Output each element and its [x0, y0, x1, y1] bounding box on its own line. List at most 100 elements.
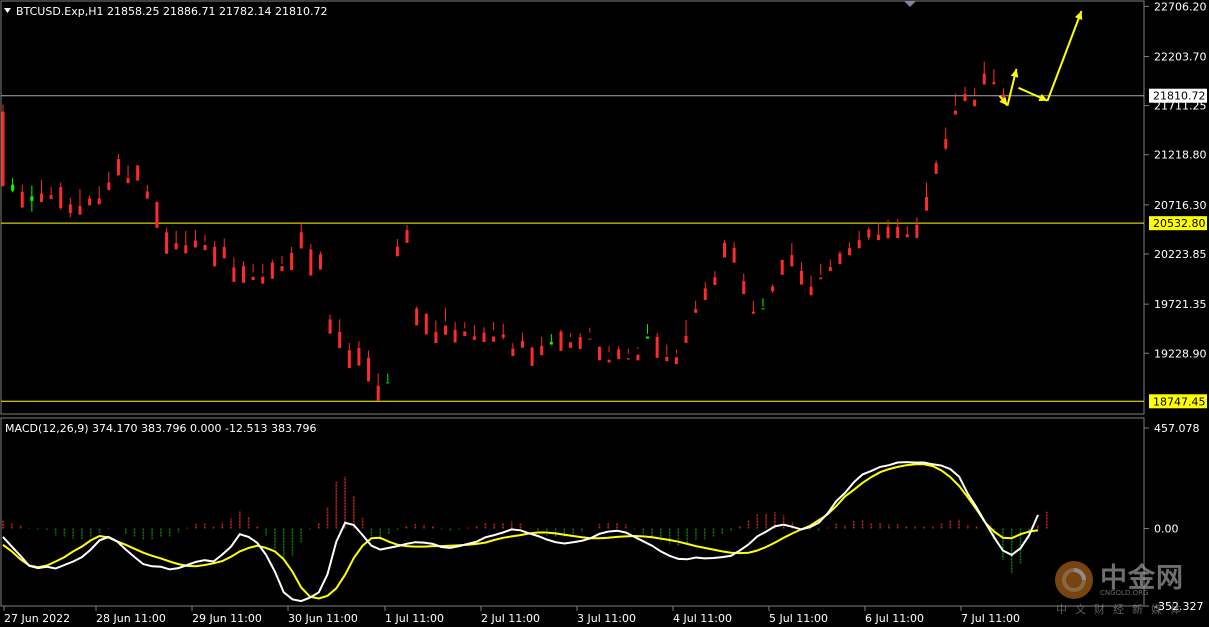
macd-panel-frame [0, 417, 1145, 607]
candle-body [905, 234, 909, 238]
candle-body [944, 139, 948, 149]
candle-body [665, 356, 669, 362]
candle-body [925, 196, 929, 211]
candle-body [338, 331, 342, 348]
price-tick-label: 21218.80 [1154, 149, 1207, 162]
cngold-watermark: 中金网 CNGOLD.ORG 中文财经新媒体 [1052, 556, 1202, 618]
macd-histogram [2, 476, 1048, 574]
price-tick-label: 20223.85 [1154, 248, 1207, 261]
candle-body [636, 354, 640, 361]
candle-body [270, 262, 274, 279]
candle-body [646, 336, 650, 339]
price-tick-label: 19228.90 [1154, 347, 1207, 360]
macd-main-line [2, 461, 1039, 603]
time-tick-label: 30 Jun 11:00 [288, 612, 358, 625]
candle-body [761, 308, 765, 310]
candle-body [751, 311, 755, 314]
candle-body [145, 191, 149, 199]
candle-body [819, 277, 823, 280]
candle-body [453, 330, 457, 343]
candle-body [559, 331, 563, 351]
candle-body [367, 357, 371, 382]
candle-body [11, 184, 15, 191]
candle-body [973, 99, 977, 107]
candle-body [896, 227, 900, 239]
candle-body [934, 163, 938, 174]
candle-body [328, 319, 332, 334]
candle-body [963, 93, 967, 101]
macd-signal-line [2, 463, 1039, 600]
candle-body [68, 204, 72, 213]
candle-body [318, 254, 322, 270]
candle-body [694, 309, 698, 313]
time-tick-label: 5 Jul 11:00 [769, 612, 828, 625]
price-panel-frame [0, 0, 1145, 415]
candle-body [492, 336, 496, 342]
candle-body [309, 249, 313, 276]
candle-body [376, 385, 380, 401]
candle-body [88, 198, 92, 206]
projection-arrows [998, 10, 1083, 107]
candle-body [848, 248, 852, 256]
candle-body [540, 345, 544, 356]
candle-body [732, 248, 736, 263]
price-tick-label: 19721.35 [1154, 298, 1207, 311]
candle-body [299, 232, 303, 249]
price-axis: 22706.2022203.7021711.2521218.8020716.30… [1144, 0, 1207, 360]
candle-body [520, 341, 524, 348]
time-tick-label: 28 Jun 11:00 [96, 612, 166, 625]
watermark-tagline: 中文财经新媒体 [1056, 603, 1189, 616]
time-tick-label: 2 Jul 11:00 [481, 612, 540, 625]
dropdown-triangle-icon[interactable] [4, 8, 11, 13]
candle-body [49, 195, 53, 199]
time-tick-label: 6 Jul 11:00 [865, 612, 924, 625]
candle-body [20, 191, 24, 208]
time-tick-label: 1 Jul 11:00 [385, 612, 444, 625]
candle-body [780, 259, 784, 275]
candle-body [472, 336, 476, 340]
macd-panel: MACD(12,26,9) 374.170 383.796 0.000 -12.… [0, 417, 1145, 607]
candle-body [569, 342, 573, 348]
candle-body [39, 193, 43, 203]
candle-body [434, 332, 438, 343]
price-panel: BTCUSD.Exp,H1 21858.25 21886.71 21782.14… [0, 0, 1145, 415]
candle-body [982, 73, 986, 85]
candle-body [809, 286, 813, 296]
time-tick-label: 4 Jul 11:00 [673, 612, 732, 625]
candle-body [799, 270, 803, 285]
candle-body [290, 252, 294, 271]
candle-body [857, 240, 861, 249]
macd-title: MACD(12,26,9) 374.170 383.796 0.000 -12.… [5, 422, 316, 435]
candle-body [607, 359, 611, 363]
candle-body [953, 110, 957, 115]
price-tick-label: 22203.70 [1154, 50, 1207, 63]
candle-body [30, 196, 34, 201]
candle-body [482, 332, 486, 343]
time-tick-label: 27 Jun 2022 [4, 612, 70, 625]
candle-body [232, 267, 236, 282]
macd-tick-label: 457.078 [1154, 422, 1200, 435]
candle-body [386, 382, 390, 384]
candle-body [203, 244, 207, 251]
shift-marker-icon[interactable] [904, 1, 916, 7]
candle-body [395, 246, 399, 257]
candle-body [116, 159, 120, 176]
candle-body [97, 198, 101, 205]
candlestick-series [1, 61, 1005, 401]
candle-body [790, 255, 794, 267]
candle-body [713, 277, 717, 285]
candle-body [511, 348, 515, 356]
candle-body [549, 341, 553, 345]
candle-body [174, 243, 178, 250]
candle-body [463, 331, 467, 336]
candle-body [723, 242, 726, 258]
candle-body [59, 187, 63, 209]
macd-tick-label: 0.00 [1154, 523, 1179, 536]
candle-body [165, 232, 169, 254]
candle-body [771, 286, 775, 292]
time-tick-label: 7 Jul 11:00 [961, 612, 1020, 625]
current-price-marker-label: 21810.72 [1153, 90, 1206, 103]
candle-body [405, 230, 409, 243]
projection-arrow-up-head [1010, 68, 1019, 78]
chart-svg: BTCUSD.Exp,H1 21858.25 21886.71 21782.14… [0, 0, 1207, 625]
